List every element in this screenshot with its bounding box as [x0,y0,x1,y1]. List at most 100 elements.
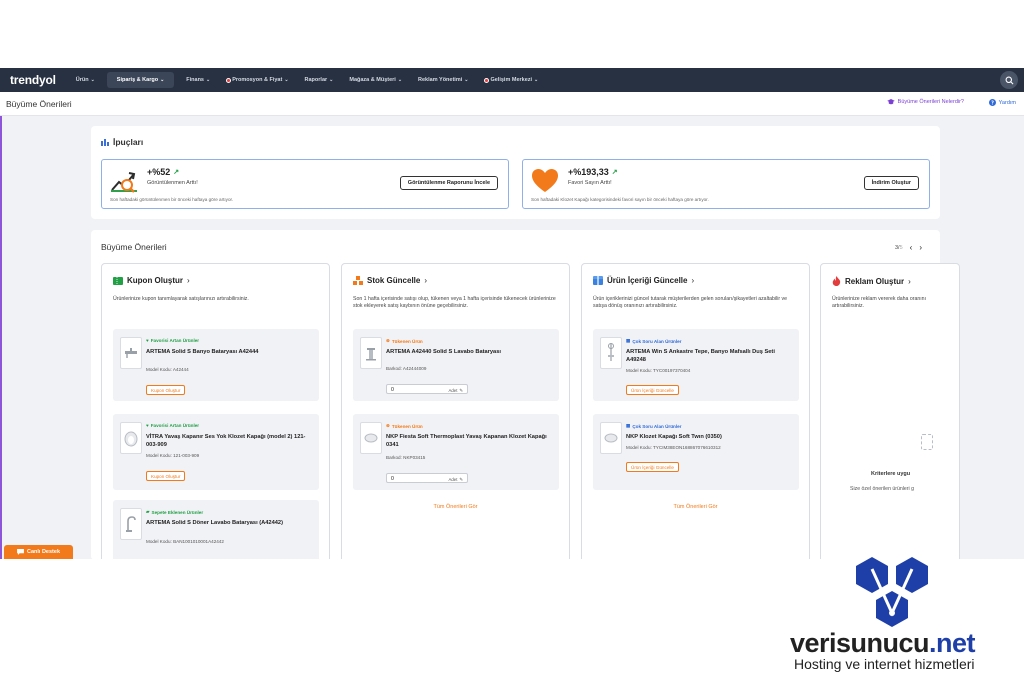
card-content-header[interactable]: Ürün İçeriği Güncelle › [593,276,694,285]
card-desc: Ürünlerinize kupon tanımlayarak satışlar… [113,296,249,302]
nav-finans[interactable]: Finans ⌄ [178,68,218,92]
help-link[interactable]: ? Yardım [988,99,1016,106]
product-name: ARTEMA Win S Ankastre Tepe, Banyo Mafsal… [626,349,775,363]
faucet-icon [126,516,136,532]
views-percent: +%52 ↗ [147,167,179,177]
quantity-value: 0 [391,476,394,482]
coupon-icon [113,276,123,285]
product-image[interactable] [120,422,142,454]
chevron-left-icon[interactable]: ‹ [910,243,913,252]
product-tag: ♥ Favorisi Artan Ürünler [146,338,199,343]
pager-count: 3/5 [895,245,903,251]
nav-reklam-yonetimi[interactable]: Reklam Yönetimi ⌄ [410,68,476,92]
bar-chart-icon [101,138,109,146]
nav-promosyon-fiyat[interactable]: Promosyon & Fiyat ⌄ [218,68,296,92]
favorites-percent: +%193,33 ↗ [568,167,618,177]
flame-icon [832,276,841,286]
chevron-down-icon: ⌄ [397,77,403,83]
tips-title: İpuçları [101,137,143,147]
meta-value: BAN1001010001A42442 [173,539,224,544]
product-name: NKP Klozet Kapağı Soft Twın (0350) [626,434,722,440]
nav-magaza-musteri[interactable]: Mağaza & Müşteri ⌄ [341,68,410,92]
create-coupon-button[interactable]: Kupon Oluştur [146,385,186,395]
card-ads: Reklam Oluştur › Ürünlerinize reklam vere… [820,263,960,559]
card-desc: Ürün içeriklerinizi güncel tutarak müşte… [593,296,788,309]
views-percent-value: +%52 [147,167,171,177]
product-meta: Model Kodu: TYC00197370404 [626,368,690,373]
nav-urun[interactable]: Ürün ⌄ [68,68,103,92]
card-ads-header[interactable]: Reklam Oluştur › [832,276,911,286]
views-label: Görüntülenmen Arttı! [147,180,198,186]
card-content: Ürün İçeriği Güncelle › Ürün içeriklerini… [581,263,810,559]
product-meta: Model Kodu: A42444 [146,367,189,372]
product-image[interactable] [120,508,142,540]
create-discount-button[interactable]: İndirim Oluştur [863,176,919,190]
chevron-right-icon[interactable]: › [919,243,922,252]
product-tag-text: Sepete Eklenen Ürünler [151,509,204,515]
product-name: VİTRA Yavaş Kapanır Ses Yok Klozet Kapağ… [146,434,306,448]
search-button[interactable] [1000,71,1018,89]
boxes-icon [353,276,363,285]
card-stock-header[interactable]: Stok Güncelle › [353,276,427,285]
quantity-input[interactable]: 0 Adet ✎ [386,473,468,483]
product-image[interactable] [360,337,382,369]
toilet-seat-icon [364,433,378,443]
product-meta: Barkod: A42444009 [386,366,426,371]
views-desc: Son haftadaki görüntülenmen bir önceki h… [110,197,234,202]
create-coupon-button[interactable]: Kupon Oluştur [146,471,186,481]
card-desc: Son 1 hafta içerisinde satışı olup, tüke… [353,296,556,309]
favorites-percent-value: +%193,33 [568,167,609,177]
chat-icon: ▩ [626,338,631,343]
quantity-input[interactable]: 0 Adet ✎ [386,384,468,394]
left-accent-bar [0,116,2,559]
meta-label: Model Kodu: [146,367,172,372]
product-tag-text: Tükenen Ürün [391,338,423,344]
nav-label: Gelişim Merkezi [490,77,533,83]
whatis-label: Büyüme Önerileri Nelerdir? [897,99,964,105]
card-desc: Ürünlerinize reklam vererek daha oranını… [832,296,926,309]
favorites-desc: Son haftadaki Klozet Kapağı kategorisind… [531,197,709,202]
product-tag: ⊗ Tükenen Ürün [386,423,423,429]
card-coupon-header[interactable]: Kupon Oluştur › [113,276,190,285]
meta-label: Barkod: [386,455,402,460]
growth-title: Büyüme Önerileri [101,242,167,252]
heart-icon: ♥ [146,338,149,343]
trendyol-logo[interactable]: trendyol [10,73,56,87]
nav-label: Finans [186,77,204,83]
product-meta: Model Kodu: BAN1001010001A42442 [146,539,224,544]
heart-icon [532,169,558,192]
nav-gelisim-merkezi[interactable]: Gelişim Merkezi ⌄ [476,68,546,92]
seller-panel-screenshot: trendyol Ürün ⌄ Sipariş & Kargo ⌄ Finans ⌄ … [0,68,1024,559]
update-content-button[interactable]: Ürün İçeriği Güncelle [626,385,679,395]
nav-label: Reklam Yönetimi [418,77,463,83]
toilet-seat-icon [604,433,618,443]
live-support-button[interactable]: Canlı Destek [4,545,73,559]
nav-siparis-kargo[interactable]: Sipariş & Kargo ⌄ [106,72,175,88]
product-image[interactable] [600,422,622,454]
meta-label: Model Kodu: [626,445,652,450]
update-content-button[interactable]: Ürün İçeriği Güncelle [626,462,679,472]
unit-label: Adet [448,477,458,482]
tips-title-text: İpuçları [113,137,144,147]
meta-value: 121-003-909 [173,453,200,458]
product-image[interactable] [120,337,142,369]
product-name: ARTEMA A42440 Solid S Lavabo Bataryası [386,349,501,355]
growth-panel: Büyüme Önerileri 3/5 ‹ › Kupon Oluştur › … [91,230,960,559]
see-all-link[interactable]: Tüm Önerileri Gör [342,504,569,510]
faucet-icon [125,348,137,358]
card-title: Stok Güncelle [367,276,421,285]
product-image[interactable] [360,422,382,454]
whatis-link[interactable]: Büyüme Önerileri Nelerdir? [886,99,964,105]
product-image[interactable] [600,337,622,369]
views-report-button[interactable]: Görüntülenme Raporunu İncele [399,176,498,190]
chevron-down-icon: ⌄ [90,77,95,83]
see-all-link[interactable]: Tüm Önerileri Gör [582,504,809,510]
quantity-unit: Adet ✎ [449,388,463,394]
card-stock: Stok Güncelle › Son 1 hafta içerisinde sa… [341,263,570,559]
shower-set-icon [608,343,614,361]
basket-icon: ▰ [146,509,150,514]
nav-raporlar[interactable]: Raporlar ⌄ [297,68,342,92]
pencil-icon: ✎ [459,476,463,482]
page-header: Büyüme Önerileri Büyüme Önerileri Nelerd… [0,92,1024,116]
tip-card-views: +%52 ↗ Görüntülenmen Arttı! Son haftadaki… [101,159,509,209]
